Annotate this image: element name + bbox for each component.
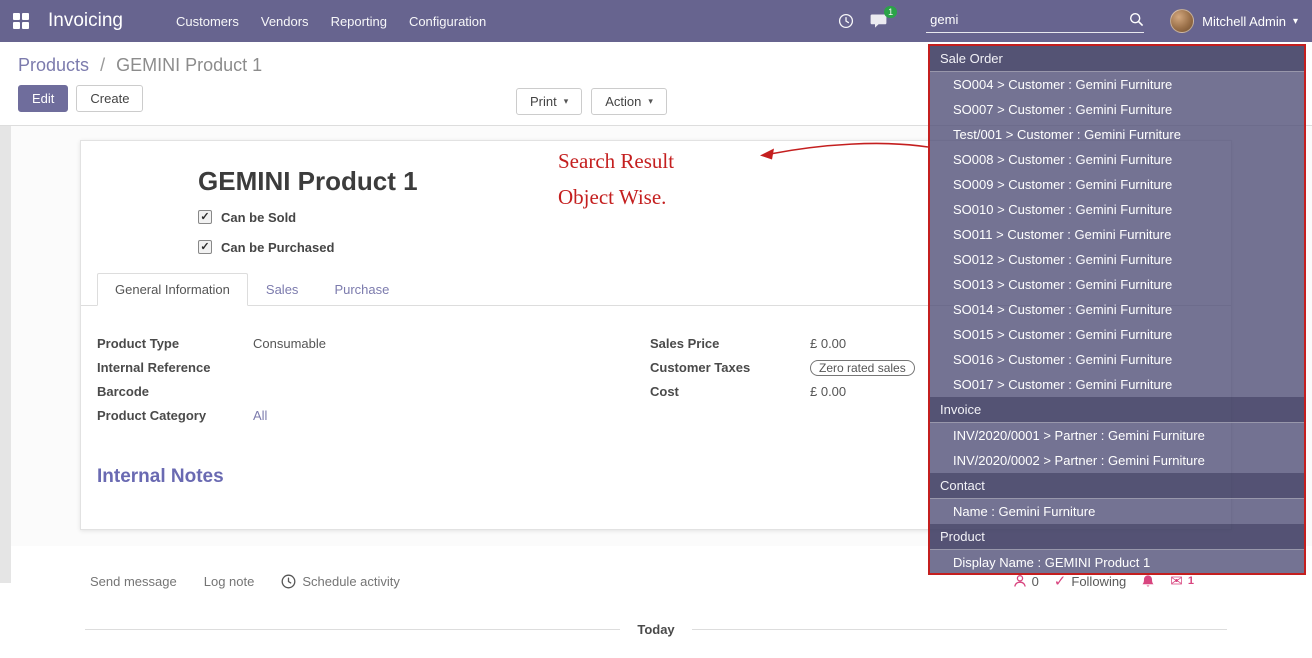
- avatar: [1170, 9, 1194, 33]
- messages-icon[interactable]: 1: [870, 13, 888, 29]
- search-result-item[interactable]: SO013 > Customer : Gemini Furniture: [930, 272, 1304, 297]
- sales-price-value: £ 0.00: [810, 336, 846, 351]
- messages-badge: 1: [884, 6, 897, 18]
- user-menu[interactable]: Mitchell Admin ▾: [1170, 9, 1298, 33]
- print-button[interactable]: Print ▾: [516, 88, 582, 115]
- annotation-text: Search Result Object Wise.: [558, 143, 674, 215]
- today-label: Today: [637, 622, 674, 637]
- search-result-item[interactable]: SO014 > Customer : Gemini Furniture: [930, 297, 1304, 322]
- main-menu: Customers Vendors Reporting Configuratio…: [165, 14, 497, 29]
- search-result-item[interactable]: SO008 > Customer : Gemini Furniture: [930, 147, 1304, 172]
- tab-general-information[interactable]: General Information: [97, 273, 248, 306]
- center-actions: Print ▾ Action ▾: [516, 88, 667, 115]
- search-result-item[interactable]: SO009 > Customer : Gemini Furniture: [930, 172, 1304, 197]
- field-product-category: Product Category All: [97, 406, 650, 425]
- notification-bell[interactable]: [1141, 574, 1155, 589]
- checkbox-checked-icon: ✓: [198, 240, 212, 254]
- search-results-dropdown: Sale Order SO004 > Customer : Gemini Fur…: [928, 44, 1306, 575]
- send-message-button[interactable]: Send message: [90, 574, 177, 589]
- field-label: Product Type: [97, 336, 253, 351]
- search-result-item[interactable]: SO017 > Customer : Gemini Furniture: [930, 372, 1304, 397]
- search-result-item[interactable]: INV/2020/0002 > Partner : Gemini Furnitu…: [930, 448, 1304, 473]
- edit-button[interactable]: Edit: [18, 85, 68, 112]
- caret-down-icon: ▾: [564, 96, 569, 107]
- tab-purchase[interactable]: Purchase: [316, 273, 407, 306]
- person-icon: [1013, 574, 1027, 588]
- print-label: Print: [530, 94, 557, 109]
- bell-icon: [1141, 574, 1155, 589]
- user-name: Mitchell Admin: [1202, 14, 1286, 29]
- app-title[interactable]: Invoicing: [48, 10, 123, 32]
- screen: Invoicing Customers Vendors Reporting Co…: [0, 0, 1312, 637]
- breadcrumb-current: GEMINI Product 1: [116, 55, 262, 75]
- search-result-item[interactable]: Name : Gemini Furniture: [930, 499, 1304, 524]
- clock-icon: [281, 574, 296, 589]
- schedule-activity-label: Schedule activity: [302, 574, 400, 589]
- field-label: Customer Taxes: [650, 360, 810, 375]
- result-group-invoice: Invoice: [930, 397, 1304, 423]
- menu-item-vendors[interactable]: Vendors: [250, 14, 320, 29]
- field-product-type: Product Type Consumable: [97, 334, 650, 353]
- followers-counter[interactable]: 0: [1013, 574, 1039, 589]
- divider-line: [85, 629, 620, 630]
- annotation-line-2: Object Wise.: [558, 179, 674, 215]
- result-group-contact: Contact: [930, 473, 1304, 499]
- search-result-item[interactable]: Display Name : GEMINI Product 1: [930, 550, 1304, 575]
- top-navbar: Invoicing Customers Vendors Reporting Co…: [0, 0, 1312, 42]
- left-gutter: [0, 126, 11, 583]
- product-category-link[interactable]: All: [253, 408, 267, 423]
- global-search-input[interactable]: [926, 10, 1129, 29]
- search-result-item[interactable]: SO012 > Customer : Gemini Furniture: [930, 247, 1304, 272]
- menu-item-configuration[interactable]: Configuration: [398, 14, 497, 29]
- tab-sales[interactable]: Sales: [248, 273, 317, 306]
- field-label: Internal Reference: [97, 360, 253, 375]
- search-result-item[interactable]: SO010 > Customer : Gemini Furniture: [930, 197, 1304, 222]
- apps-menu-icon[interactable]: [13, 13, 29, 29]
- attachments-count: 1: [1188, 575, 1194, 587]
- schedule-activity-button[interactable]: Schedule activity: [281, 574, 400, 589]
- breadcrumb-separator: /: [100, 55, 105, 75]
- field-label: Barcode: [97, 384, 253, 399]
- menu-item-reporting[interactable]: Reporting: [320, 14, 398, 29]
- log-note-button[interactable]: Log note: [204, 574, 255, 589]
- can-be-sold-label: Can be Sold: [221, 210, 296, 225]
- field-label: Cost: [650, 384, 810, 399]
- create-button[interactable]: Create: [76, 85, 143, 112]
- caret-down-icon: ▾: [1293, 16, 1298, 27]
- menu-item-customers[interactable]: Customers: [165, 14, 250, 29]
- customer-tax-tag: Zero rated sales: [810, 360, 915, 376]
- search-result-item[interactable]: SO015 > Customer : Gemini Furniture: [930, 322, 1304, 347]
- cost-value: £ 0.00: [810, 384, 846, 399]
- today-divider: Today: [85, 622, 1227, 637]
- breadcrumb-products-link[interactable]: Products: [18, 55, 89, 75]
- navbar-right: 1 Mitchell Admin ▾: [838, 9, 1312, 33]
- action-label: Action: [605, 94, 641, 109]
- result-group-sale-order: Sale Order: [930, 46, 1304, 72]
- search-icon[interactable]: [1129, 12, 1144, 27]
- field-label: Product Category: [97, 408, 253, 423]
- search-result-item[interactable]: Test/001 > Customer : Gemini Furniture: [930, 122, 1304, 147]
- caret-down-icon: ▾: [648, 96, 653, 107]
- followers-count: 0: [1032, 574, 1039, 589]
- annotation-line-1: Search Result: [558, 143, 674, 179]
- activities-clock-icon[interactable]: [838, 13, 854, 29]
- result-group-product: Product: [930, 524, 1304, 550]
- can-be-purchased-label: Can be Purchased: [221, 240, 334, 255]
- global-search: [926, 10, 1144, 33]
- fields-left-column: Product Type Consumable Internal Referen…: [97, 334, 650, 430]
- divider-line: [692, 629, 1227, 630]
- search-result-item[interactable]: INV/2020/0001 > Partner : Gemini Furnitu…: [930, 423, 1304, 448]
- following-label: Following: [1071, 574, 1126, 589]
- action-button[interactable]: Action ▾: [591, 88, 667, 115]
- search-result-item[interactable]: SO011 > Customer : Gemini Furniture: [930, 222, 1304, 247]
- field-label: Sales Price: [650, 336, 810, 351]
- search-result-item[interactable]: SO004 > Customer : Gemini Furniture: [930, 72, 1304, 97]
- annotation-arrow: [752, 138, 932, 168]
- search-result-item[interactable]: SO007 > Customer : Gemini Furniture: [930, 97, 1304, 122]
- checkbox-checked-icon: ✓: [198, 210, 212, 224]
- field-barcode: Barcode: [97, 382, 650, 401]
- search-result-item[interactable]: SO016 > Customer : Gemini Furniture: [930, 347, 1304, 372]
- field-internal-reference: Internal Reference: [97, 358, 650, 377]
- product-type-value: Consumable: [253, 336, 326, 351]
